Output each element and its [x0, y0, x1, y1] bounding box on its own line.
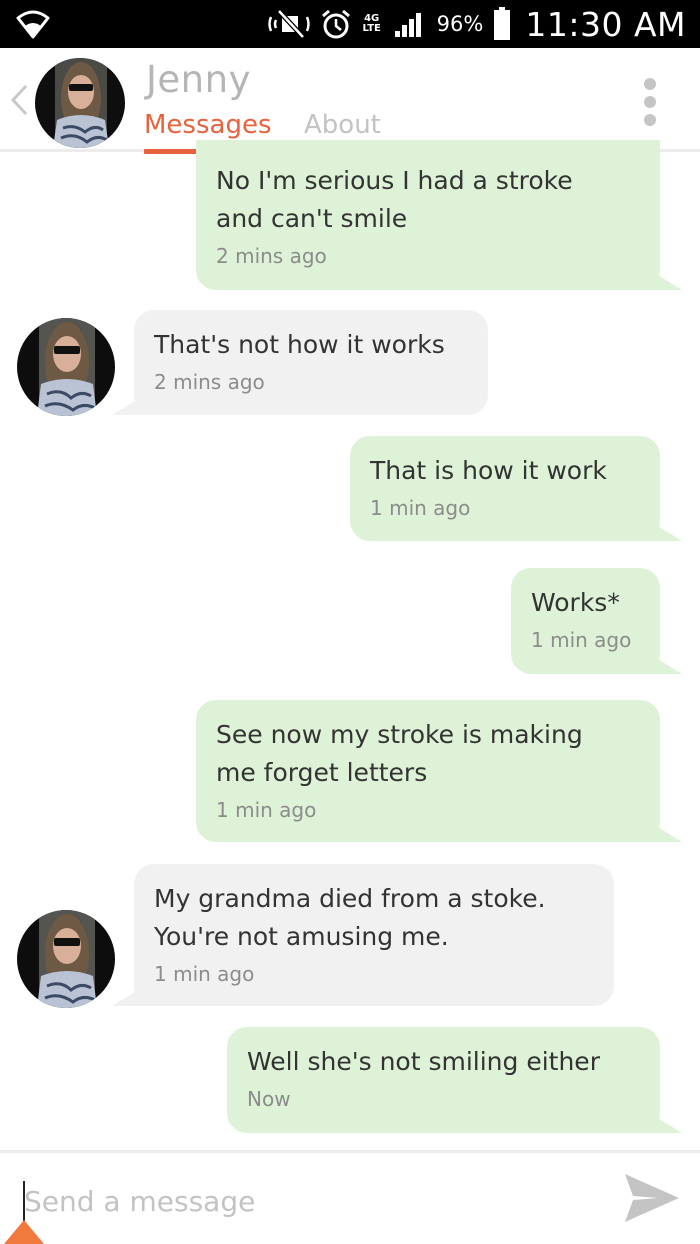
message-text: See now my stroke is making [216, 720, 583, 749]
avatar[interactable] [17, 318, 115, 416]
message-timestamp: 1 min ago [154, 962, 255, 986]
message-bubble-outgoing[interactable]: See now my stroke is making me forget le… [196, 700, 682, 842]
overflow-menu-icon[interactable] [640, 78, 660, 130]
tab-messages[interactable]: Messages [144, 110, 272, 140]
message-timestamp: Now [247, 1087, 291, 1111]
back-chevron-icon[interactable] [8, 82, 30, 118]
message-text: You're not amusing me. [154, 922, 449, 951]
message-bubble-outgoing[interactable]: No I'm serious I had a stroke and can't … [196, 140, 682, 290]
chat-header: Jenny Messages About [0, 48, 700, 154]
mute-icon [267, 9, 311, 39]
avatar[interactable] [17, 910, 115, 1008]
message-text: My grandma died from a stoke. [154, 884, 546, 913]
message-text: That is how it work [370, 456, 607, 485]
message-text: me forget letters [216, 758, 428, 787]
message-text: Well she's not smiling either [247, 1047, 600, 1076]
network-indicator: 4G LTE [361, 14, 383, 34]
caret-handle[interactable] [4, 1220, 44, 1244]
message-timestamp: 1 min ago [370, 496, 471, 520]
message-text: That's not how it works [154, 330, 445, 359]
message-bubble-incoming[interactable]: My grandma died from a stoke. You're not… [112, 864, 614, 1006]
message-text: Works* [531, 588, 620, 617]
message-text: and can't smile [216, 204, 408, 233]
message-text: No I'm serious I had a stroke [216, 166, 573, 195]
message-composer [0, 1150, 700, 1244]
message-bubble-incoming[interactable]: That's not how it works 2 mins ago [112, 310, 488, 415]
avatar[interactable] [35, 58, 125, 148]
message-timestamp: 1 min ago [531, 628, 632, 652]
message-timestamp: 2 mins ago [154, 370, 265, 394]
message-bubble-outgoing[interactable]: Well she's not smiling either Now [227, 1027, 682, 1133]
signal-icon [393, 9, 427, 39]
battery-percent: 96% [436, 12, 484, 36]
message-bubble-outgoing[interactable]: That is how it work 1 min ago [350, 436, 682, 541]
message-bubble-outgoing[interactable]: Works* 1 min ago [511, 568, 682, 674]
message-timestamp: 2 mins ago [216, 244, 327, 268]
tab-about[interactable]: About [304, 110, 381, 140]
network-subtype: LTE [362, 23, 381, 34]
battery-icon [493, 7, 511, 41]
alarm-icon [321, 8, 351, 40]
wifi-icon [16, 10, 50, 39]
status-bar: 4G LTE 96% 11:30 AM [0, 0, 700, 48]
clock: 11:30 AM [525, 4, 686, 44]
message-timestamp: 1 min ago [216, 798, 317, 822]
contact-name[interactable]: Jenny [146, 58, 251, 101]
message-input[interactable] [24, 1181, 584, 1221]
send-icon[interactable] [622, 1170, 682, 1226]
